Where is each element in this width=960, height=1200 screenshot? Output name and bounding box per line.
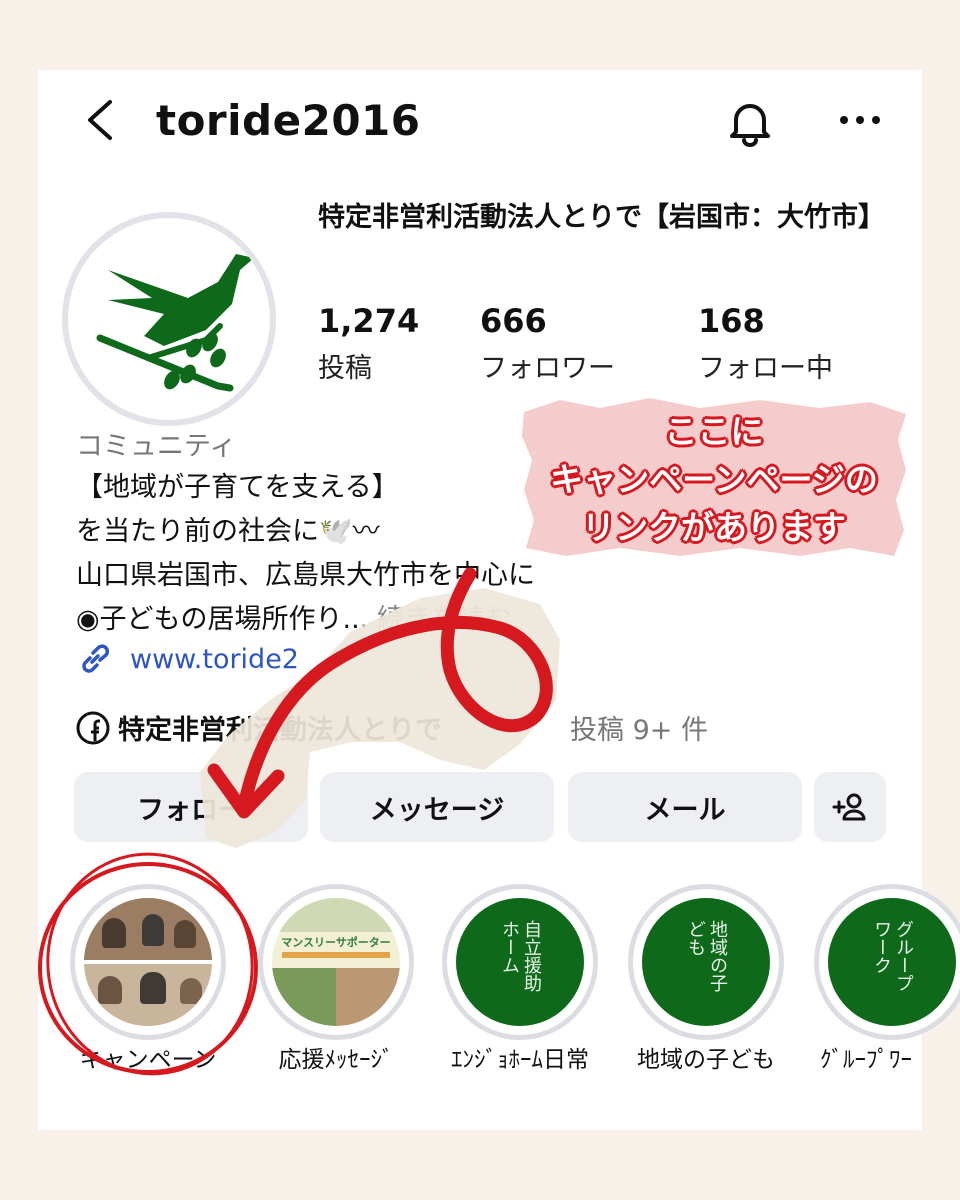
posts-label: 投稿 bbox=[318, 353, 372, 384]
facebook-link[interactable]: 特定非営利活動法人とりで bbox=[76, 708, 442, 747]
highlight-home-daily[interactable]: 自立援助ホーム bbox=[442, 884, 598, 1040]
highlight-label: 応援ﾒｯｾｰｼﾞ bbox=[278, 1047, 394, 1073]
home-daily-thumbnail: 自立援助ホーム bbox=[456, 898, 584, 1026]
followers-label: フォロワー bbox=[480, 353, 615, 384]
callout-line: ここに bbox=[664, 412, 764, 451]
local-children-thumbnail: 地域の子ども bbox=[642, 898, 770, 1026]
local-children-thumbnail-text: 地域の子ども bbox=[685, 920, 728, 992]
bio-line: ◉子どもの居場所作り... 続きを読む bbox=[76, 598, 636, 642]
highlight-campaign[interactable] bbox=[70, 884, 226, 1040]
highlight-label: キャンペーン bbox=[79, 1047, 217, 1073]
message-button[interactable]: メッセージ bbox=[320, 772, 554, 842]
campaign-photo bbox=[84, 898, 212, 1026]
posts-tag-count: 投稿 9+ 件 bbox=[570, 715, 708, 746]
profile-avatar[interactable] bbox=[62, 212, 276, 426]
facebook-page-name: 特定非営利活動法人とりで bbox=[118, 715, 442, 746]
link-icon bbox=[82, 644, 110, 673]
add-person-button[interactable] bbox=[814, 772, 886, 842]
stat-posts[interactable]: 1,274 投稿 bbox=[318, 302, 419, 385]
website-url: www.toride2 bbox=[130, 643, 299, 675]
highlight-label: ｸﾞﾙｰﾌﾟﾜｰ bbox=[820, 1047, 912, 1073]
highlight-label: ｴﾝｼﾞｮﾎｰﾑ日常 bbox=[451, 1047, 589, 1073]
website-link[interactable]: www.toride2 bbox=[76, 640, 299, 678]
callout-line: キャンペーンページの bbox=[550, 460, 878, 499]
highlight-label: 地域の子ども bbox=[637, 1047, 775, 1073]
highlight-support-message[interactable]: マンスリーサポーター bbox=[258, 884, 414, 1040]
following-count: 168 bbox=[698, 302, 765, 340]
bell-icon[interactable] bbox=[722, 94, 778, 150]
highlight-local-children[interactable]: 地域の子ども bbox=[628, 884, 784, 1040]
mail-button[interactable]: メール bbox=[568, 772, 802, 842]
following-label: フォロー中 bbox=[698, 353, 833, 384]
add-person-icon bbox=[832, 793, 866, 821]
bio-line: 山口県岩国市、広島県大竹市を中心に bbox=[76, 560, 535, 591]
username-title: toride2016 bbox=[156, 96, 421, 145]
followers-count: 666 bbox=[480, 302, 547, 340]
bio-line-text: ◉子どもの居場所作り... bbox=[76, 604, 369, 635]
stat-followers[interactable]: 666 フォロワー bbox=[480, 302, 615, 385]
posts-count: 1,274 bbox=[318, 302, 420, 340]
support-thumbnail-title: マンスリーサポーター bbox=[281, 936, 391, 949]
follow-button[interactable]: フォロー bbox=[74, 772, 308, 842]
stat-following[interactable]: 168 フォロー中 bbox=[698, 302, 833, 385]
highlight-group-work[interactable]: グループワーク bbox=[814, 884, 960, 1040]
annotation-callout: ここに キャンペーンページの リンクがあります bbox=[522, 408, 906, 552]
more-options-icon[interactable] bbox=[836, 110, 884, 130]
facebook-icon bbox=[76, 711, 110, 744]
support-thumbnail: マンスリーサポーター bbox=[272, 898, 400, 1026]
group-work-thumbnail: グループワーク bbox=[828, 898, 956, 1026]
home-daily-thumbnail-text: 自立援助ホーム bbox=[499, 920, 542, 992]
group-work-thumbnail-text: グループワーク bbox=[871, 920, 914, 992]
callout-line: リンクがあります bbox=[582, 508, 846, 547]
back-arrow-icon[interactable] bbox=[80, 98, 124, 142]
read-more-link[interactable]: 続きを読む bbox=[377, 604, 512, 635]
dove-logo-icon bbox=[96, 254, 254, 392]
profile-category: コミュニティ bbox=[76, 431, 237, 462]
display-name: 特定非営利活動法人とりで【岩国市：大竹市】 bbox=[318, 202, 885, 233]
